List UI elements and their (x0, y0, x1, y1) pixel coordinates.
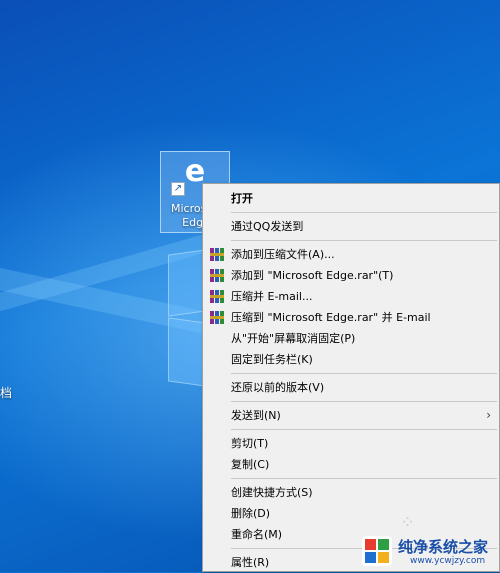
menu-item-label: 剪切(T) (231, 437, 269, 450)
menu-item-add-to-archive[interactable]: 添加到压缩文件(A)... (203, 244, 499, 265)
menu-item-label: 添加到压缩文件(A)... (231, 248, 335, 261)
menu-item-label: 创建快捷方式(S) (231, 486, 313, 499)
menu-separator (231, 212, 497, 213)
menu-separator (231, 240, 497, 241)
menu-item-pin-to-taskbar[interactable]: 固定到任务栏(K) (203, 349, 499, 370)
menu-separator (231, 429, 497, 430)
menu-item-label: 还原以前的版本(V) (231, 381, 325, 394)
winrar-icon (210, 311, 224, 324)
menu-item-label: 压缩到 "Microsoft Edge.rar" 并 E-mail (231, 311, 431, 324)
menu-item-label: 从"开始"屏幕取消固定(P) (231, 332, 356, 345)
winrar-icon (210, 248, 224, 261)
menu-item-compress-to-rar-and-email[interactable]: 压缩到 "Microsoft Edge.rar" 并 E-mail (203, 307, 499, 328)
menu-item-label: 固定到任务栏(K) (231, 353, 313, 366)
windows-logo-pane (168, 249, 206, 317)
watermark-url: www.ycwjzy.com (410, 556, 486, 566)
menu-item-label: 重命名(M) (231, 528, 283, 541)
chevron-right-icon: › (486, 408, 491, 422)
menu-item-label: 属性(R) (231, 556, 270, 569)
menu-item-label: 打开 (231, 192, 253, 205)
context-menu: 打开 通过QQ发送到 添加到压缩文件(A)... 添加到 "Microsoft … (202, 183, 500, 572)
menu-item-send-to[interactable]: 发送到(N) › (203, 405, 499, 426)
menu-item-label: 添加到 "Microsoft Edge.rar"(T) (231, 269, 394, 282)
windows-logo-pane (168, 317, 206, 387)
watermark-title: 纯净系统之家 (398, 538, 489, 556)
menu-separator (231, 373, 497, 374)
menu-item-delete[interactable]: 删除(D) (203, 503, 499, 524)
menu-item-open[interactable]: 打开 (203, 188, 499, 209)
menu-item-label: 删除(D) (231, 507, 271, 520)
menu-item-label: 通过QQ发送到 (231, 220, 304, 233)
winrar-icon (210, 290, 224, 303)
menu-item-label: 复制(C) (231, 458, 270, 471)
menu-item-cut[interactable]: 剪切(T) (203, 433, 499, 454)
watermark-logo-icon (362, 536, 392, 566)
menu-item-unpin-from-start[interactable]: 从"开始"屏幕取消固定(P) (203, 328, 499, 349)
menu-item-compress-and-email[interactable]: 压缩并 E-mail... (203, 286, 499, 307)
desktop-icon-label-partial[interactable]: 档 (0, 384, 12, 401)
menu-item-create-shortcut[interactable]: 创建快捷方式(S) (203, 482, 499, 503)
winrar-icon (210, 269, 224, 282)
menu-item-label: 发送到(N) (231, 409, 281, 422)
menu-item-add-to-rar[interactable]: 添加到 "Microsoft Edge.rar"(T) (203, 265, 499, 286)
menu-item-copy[interactable]: 复制(C) (203, 454, 499, 475)
menu-item-send-via-qq[interactable]: 通过QQ发送到 (203, 216, 499, 237)
menu-item-restore-previous-versions[interactable]: 还原以前的版本(V) (203, 377, 499, 398)
shortcut-arrow-icon: ↗ (171, 182, 185, 196)
watermark: 纯净系统之家 www.ycwjzy.com (360, 530, 500, 572)
menu-item-label: 压缩并 E-mail... (231, 290, 313, 303)
menu-separator (231, 478, 497, 479)
menu-separator (231, 401, 497, 402)
